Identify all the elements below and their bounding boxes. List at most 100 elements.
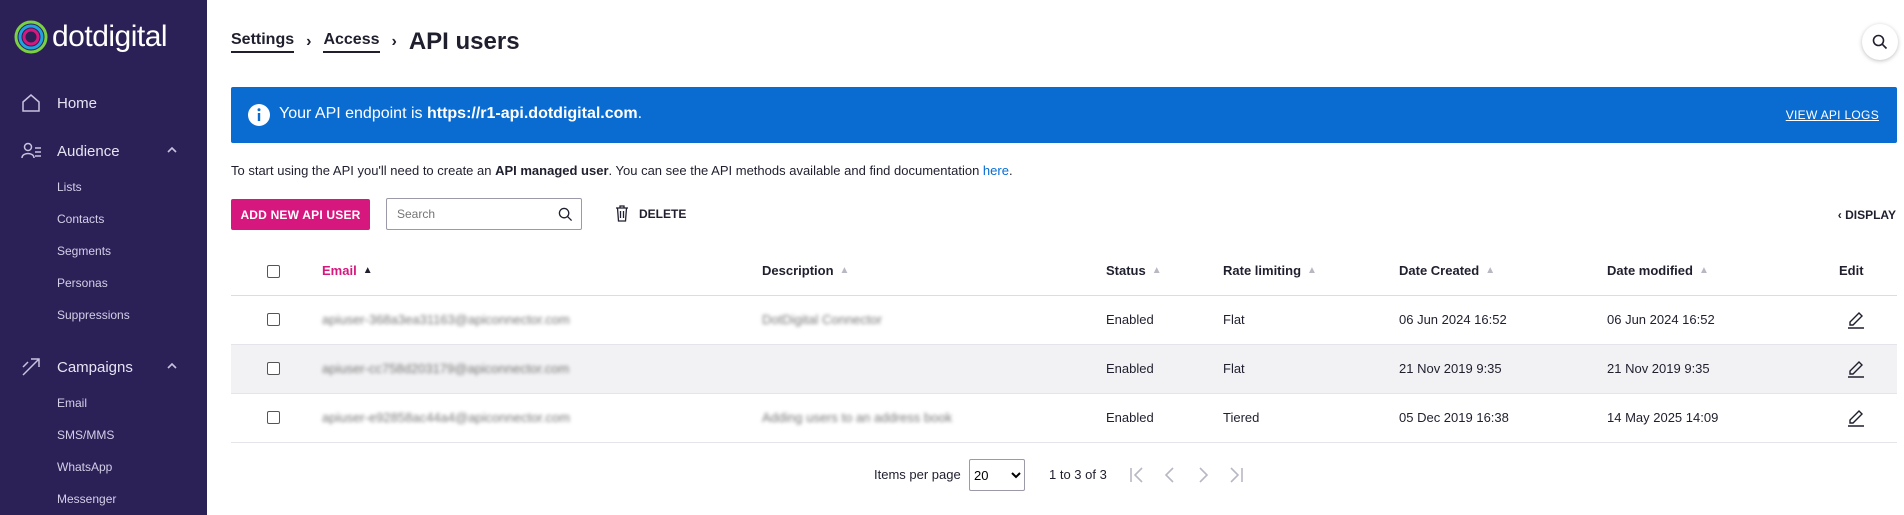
sidebar: dotdigital Home Audience Lists Contacts …: [0, 0, 207, 515]
sort-icon: ▲: [1307, 265, 1317, 276]
intro-part1: To start using the API you'll need to cr…: [231, 163, 496, 178]
rate-limiting-cell: Tiered: [1223, 410, 1260, 425]
intro-text: To start using the API you'll need to cr…: [231, 163, 1013, 178]
breadcrumb-separator-icon: ›: [391, 33, 397, 50]
edit-pencil-icon[interactable]: [1847, 360, 1865, 378]
last-page-icon[interactable]: [1226, 465, 1246, 485]
email-cell: apiuser-368a3ea31163@apiconnector.com: [322, 312, 570, 327]
sort-icon: ▲: [839, 265, 850, 276]
sidebar-item-campaigns[interactable]: Campaigns: [0, 352, 207, 382]
items-per-page-label: Items per page: [874, 467, 961, 482]
audience-icon: [21, 142, 41, 159]
column-header-rate-limiting[interactable]: Rate limiting ▲: [1223, 263, 1317, 278]
dotdigital-logo-icon: [14, 20, 48, 54]
sort-asc-icon: ▲: [362, 265, 373, 276]
breadcrumb-separator-icon: ›: [306, 33, 312, 50]
edit-pencil-icon[interactable]: [1847, 409, 1865, 427]
sidebar-subitem-personas[interactable]: Personas: [57, 276, 108, 290]
delete-label: DELETE: [639, 206, 687, 221]
column-header-status[interactable]: Status ▲: [1106, 263, 1162, 278]
banner-prefix: Your API endpoint is: [279, 105, 427, 122]
sidebar-subitem-lists[interactable]: Lists: [57, 180, 82, 194]
email-cell: apiuser-cc758d203179@apiconnector.com: [322, 361, 570, 376]
delete-button[interactable]: DELETE: [615, 205, 686, 222]
sidebar-subitem-email[interactable]: Email: [57, 396, 87, 410]
sidebar-subitem-sms[interactable]: SMS/MMS: [57, 428, 114, 442]
sidebar-subitem-whatsapp[interactable]: WhatsApp: [57, 460, 112, 474]
sidebar-item-label: Campaigns: [57, 358, 133, 376]
column-header-date-modified[interactable]: Date modified ▲: [1607, 263, 1709, 278]
documentation-link[interactable]: here: [983, 163, 1009, 178]
row-checkbox[interactable]: [267, 362, 280, 375]
api-users-table: Email ▲ Description ▲ Status ▲ Rate limitin…: [231, 249, 1897, 443]
search-input[interactable]: [395, 206, 549, 222]
status-cell: Enabled: [1106, 361, 1154, 376]
display-toggle[interactable]: ‹ DISPLAY: [1838, 208, 1896, 222]
campaigns-icon: [22, 358, 40, 376]
date-modified-cell: 14 May 2025 14:09: [1607, 410, 1719, 425]
date-created-cell: 06 Jun 2024 16:52: [1399, 312, 1507, 327]
logo-text: dotdigital: [52, 20, 168, 53]
display-label: DISPLAY: [1845, 208, 1896, 222]
page-title: API users: [408, 28, 520, 55]
api-endpoint: https://r1-api.dotdigital.com: [426, 105, 638, 122]
home-icon: [22, 94, 40, 112]
column-header-email[interactable]: Email ▲: [322, 263, 373, 278]
chevron-up-icon[interactable]: [166, 144, 178, 156]
table-row[interactable]: apiuser-368a3ea31163@apiconnector.com Do…: [231, 296, 1897, 345]
api-endpoint-banner: Your API endpoint is https://r1-api.dotd…: [231, 87, 1897, 143]
sidebar-subitem-messenger[interactable]: Messenger: [57, 492, 116, 506]
description-cell: Adding users to an address book: [762, 410, 953, 425]
table-header-row: Email ▲ Description ▲ Status ▲ Rate limitin…: [231, 249, 1897, 296]
items-per-page-select[interactable]: 20: [969, 459, 1025, 491]
column-label: Date Created: [1399, 263, 1480, 278]
breadcrumb-settings[interactable]: Settings: [231, 31, 295, 53]
sort-icon: ▲: [1485, 265, 1496, 276]
previous-page-icon[interactable]: [1160, 465, 1180, 485]
date-created-cell: 21 Nov 2019 9:35: [1399, 361, 1502, 376]
date-modified-cell: 21 Nov 2019 9:35: [1607, 361, 1710, 376]
status-cell: Enabled: [1106, 312, 1154, 327]
first-page-icon[interactable]: [1127, 465, 1147, 485]
chevron-up-icon[interactable]: [166, 360, 178, 372]
sidebar-subitem-segments[interactable]: Segments: [57, 244, 111, 258]
banner-message: Your API endpoint is https://r1-api.dotd…: [279, 105, 642, 123]
date-created-cell: 05 Dec 2019 16:38: [1399, 410, 1509, 425]
rate-limiting-cell: Flat: [1223, 361, 1245, 376]
description-cell: DotDigital Connector: [762, 312, 882, 327]
row-checkbox[interactable]: [267, 313, 280, 326]
edit-pencil-icon[interactable]: [1847, 311, 1865, 329]
search-icon: [558, 207, 573, 222]
main-content: Settings › Access › API users Your API e…: [207, 0, 1904, 515]
search-field[interactable]: [386, 198, 582, 230]
global-search-button[interactable]: [1862, 24, 1898, 60]
intro-part2: . You can see the API methods available …: [608, 163, 983, 178]
table-row[interactable]: apiuser-cc758d203179@apiconnector.com En…: [231, 345, 1897, 394]
add-new-api-user-button[interactable]: ADD NEW API USER: [231, 199, 370, 230]
rate-limiting-cell: Flat: [1223, 312, 1245, 327]
column-header-date-created[interactable]: Date Created ▲: [1399, 263, 1495, 278]
next-page-icon[interactable]: [1193, 465, 1213, 485]
sort-icon: ▲: [1151, 265, 1162, 276]
row-checkbox[interactable]: [267, 411, 280, 424]
table-row[interactable]: apiuser-e92858ac44a4@apiconnector.com Ad…: [231, 394, 1897, 443]
intro-part3: .: [1008, 163, 1013, 178]
select-all-checkbox[interactable]: [267, 265, 280, 278]
view-api-logs-link[interactable]: VIEW API LOGS: [1786, 108, 1879, 122]
sidebar-item-audience[interactable]: Audience: [0, 136, 207, 166]
page-range: 1 to 3 of 3: [1049, 467, 1107, 482]
sidebar-subitem-contacts[interactable]: Contacts: [57, 212, 104, 226]
sort-icon: ▲: [1698, 265, 1709, 276]
chevron-left-icon: ‹: [1837, 208, 1846, 222]
column-label: Date modified: [1607, 263, 1693, 278]
trash-icon: [616, 205, 628, 222]
sidebar-item-label: Home: [57, 94, 98, 112]
sidebar-item-home[interactable]: Home: [0, 88, 207, 118]
breadcrumb-access[interactable]: Access: [323, 31, 380, 53]
sidebar-subitem-suppressions[interactable]: Suppressions: [57, 308, 130, 322]
column-label: Email: [322, 263, 357, 278]
search-icon: [1872, 34, 1888, 50]
logo[interactable]: dotdigital: [14, 20, 168, 54]
column-label: Description: [762, 263, 834, 278]
column-header-description[interactable]: Description ▲: [762, 263, 849, 278]
